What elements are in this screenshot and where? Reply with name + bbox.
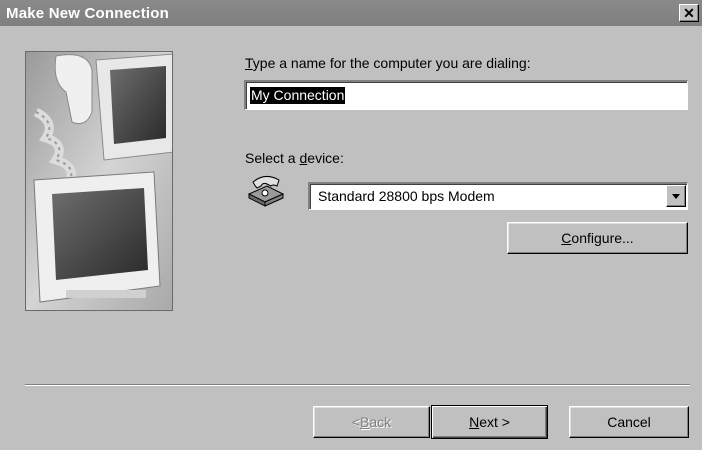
wizard-illustration [25,51,173,311]
computer-name-input[interactable]: My Connection [244,80,688,110]
cancel-button[interactable]: Cancel [569,406,689,438]
back-label-prefix: < [351,414,361,430]
close-icon: ✕ [683,5,695,21]
next-mnemonic: N [469,414,480,430]
next-label: ext > [479,414,510,430]
device-select-value: Standard 28800 bps Modem [318,188,495,204]
back-button[interactable]: < Back [313,406,430,438]
cancel-label: Cancel [607,414,651,430]
title-bar[interactable]: Make New Connection ✕ [0,0,702,26]
telephone-modem-icon [247,176,285,207]
next-button[interactable]: Next > [431,405,548,439]
computers-illustration-icon [26,52,172,310]
computer-name-label-text: ype a name for the computer you are dial… [252,55,531,71]
back-mnemonic: B [360,414,370,430]
close-button[interactable]: ✕ [679,4,699,22]
device-select[interactable]: Standard 28800 bps Modem [308,182,688,210]
device-label-before: Select a [245,150,300,166]
configure-mnemonic: C [561,230,572,246]
configure-label: onfigure... [571,230,634,246]
computer-name-label-mnemonic: T [245,55,253,71]
configure-button[interactable]: Configure... [507,222,688,254]
window-title: Make New Connection [6,5,169,22]
computer-name-value: My Connection [250,87,346,104]
computer-name-label: Type a name for the computer you are dia… [245,55,531,71]
divider [25,384,690,386]
device-label: Select a device: [245,150,344,166]
back-label: ack [369,414,392,430]
device-label-after: evice: [307,150,344,166]
chevron-down-icon[interactable] [666,185,686,207]
